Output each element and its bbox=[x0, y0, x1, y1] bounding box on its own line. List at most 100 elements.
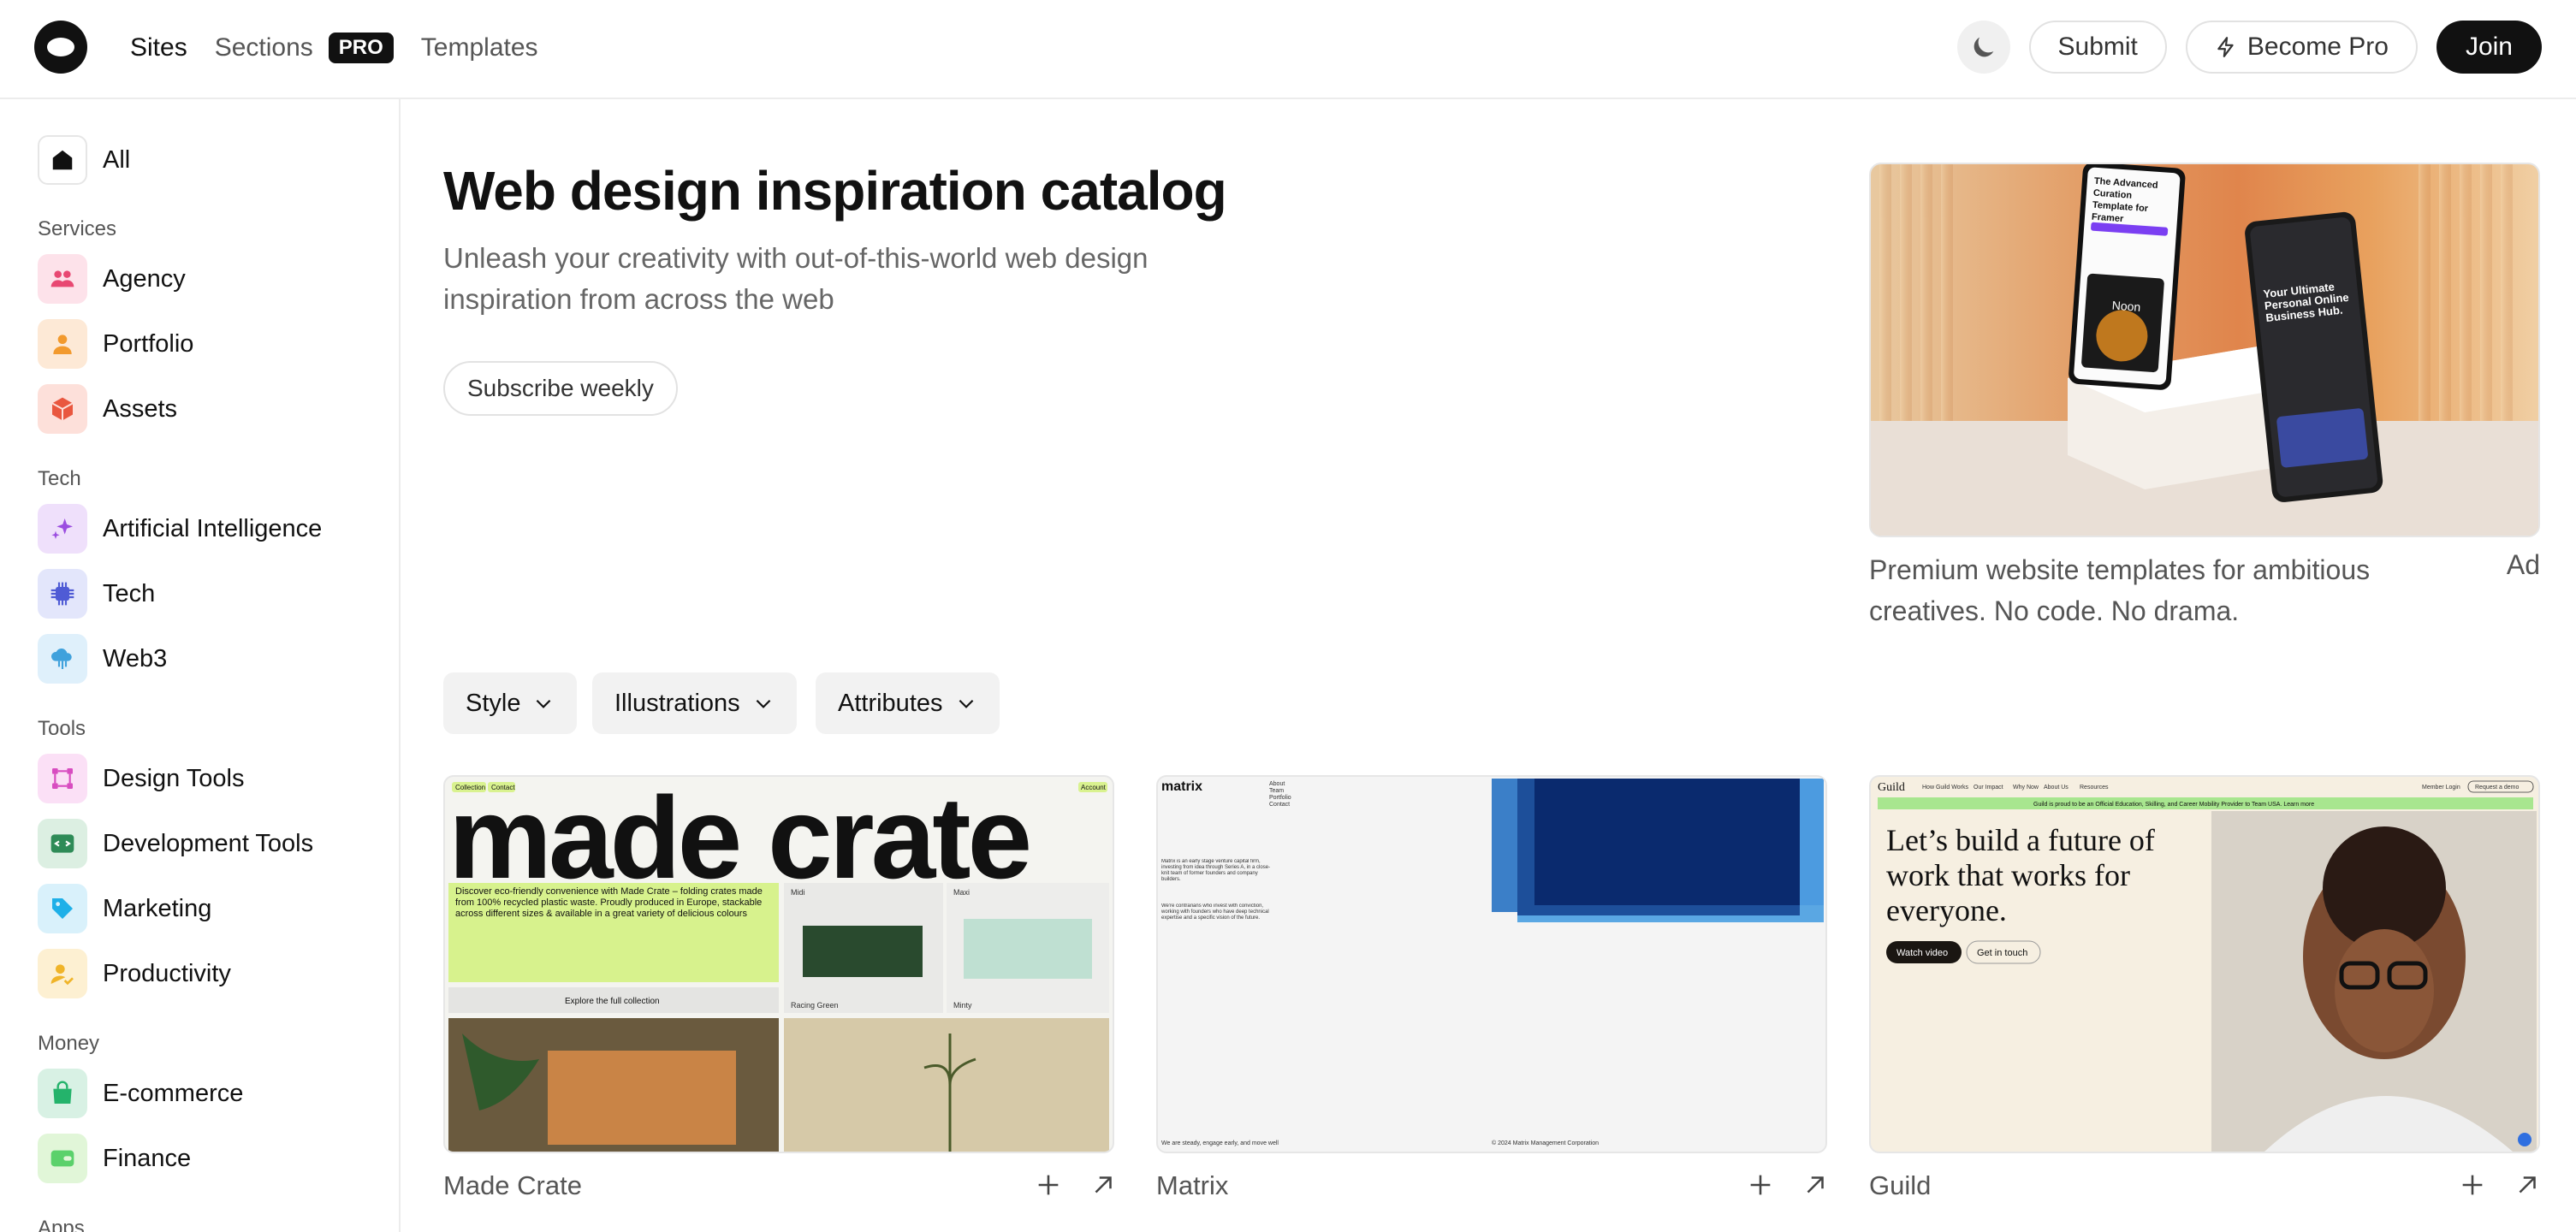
sidebar-item-assets[interactable]: Assets bbox=[38, 384, 177, 434]
top-bar: Sites Sections PRO Templates Submit Beco… bbox=[0, 0, 2576, 99]
matrix-footer-left: We are steady, engage early, and move we… bbox=[1161, 1140, 1279, 1146]
sidebar-item-web3[interactable]: Web3 bbox=[38, 634, 167, 684]
sidebar-item-finance[interactable]: Finance bbox=[38, 1134, 191, 1183]
subscribe-weekly-button[interactable]: Subscribe weekly bbox=[443, 361, 678, 416]
sidebar-item-portfolio[interactable]: Portfolio bbox=[38, 319, 193, 369]
logo-icon[interactable] bbox=[34, 21, 87, 74]
sidebar-item-agency[interactable]: Agency bbox=[38, 254, 186, 304]
sidebar-item-label: Web3 bbox=[103, 644, 168, 672]
sidebar-heading-tech: Tech bbox=[38, 467, 81, 490]
sidebar-item-label: Portfolio bbox=[103, 329, 194, 358]
sidebar-heading-tools: Tools bbox=[38, 717, 86, 740]
plus-icon[interactable] bbox=[1034, 1170, 1063, 1199]
cube-icon bbox=[38, 384, 87, 434]
mc-blurb: Discover eco-friendly convenience with M… bbox=[455, 886, 763, 919]
sidebar-item-tech[interactable]: Tech bbox=[38, 569, 155, 619]
sidebar-item-all[interactable]: All bbox=[38, 135, 130, 185]
shopping-bag-icon bbox=[38, 1069, 87, 1118]
sidebar-item-label: Tech bbox=[103, 579, 156, 607]
sidebar-heading-money: Money bbox=[38, 1032, 100, 1055]
nav-sites[interactable]: Sites bbox=[130, 33, 187, 62]
main-nav: Sites Sections PRO Templates bbox=[130, 0, 538, 96]
sidebar-item-label: E-commerce bbox=[103, 1079, 244, 1107]
join-label: Join bbox=[2465, 33, 2513, 61]
card-title-made-crate[interactable]: Made Crate bbox=[443, 1170, 582, 1201]
ad-illustration: The AdvancedCurationTemplate forFramer N… bbox=[1871, 164, 2538, 536]
sidebar-item-label: Design Tools bbox=[103, 764, 245, 792]
guild-demo: Request a demo bbox=[2475, 785, 2519, 791]
theme-toggle-button[interactable] bbox=[1956, 21, 2010, 74]
nav-templates[interactable]: Templates bbox=[421, 33, 538, 62]
sidebar-item-artificial-intelligence[interactable]: Artificial Intelligence bbox=[38, 504, 322, 554]
header-actions: Submit Become Pro Join bbox=[1956, 21, 2542, 74]
sidebar-heading-apps: Apps bbox=[38, 1217, 85, 1232]
mc-racing: Racing Green bbox=[791, 1001, 839, 1010]
mc-account: Account bbox=[1081, 784, 1107, 791]
arrow-up-right-icon[interactable] bbox=[1089, 1170, 1118, 1199]
phone1-cta: Noon bbox=[2111, 299, 2141, 314]
sidebar-item-productivity[interactable]: Productivity bbox=[38, 949, 231, 998]
card-title-matrix[interactable]: Matrix bbox=[1156, 1170, 1228, 1201]
pro-badge: PRO bbox=[328, 33, 394, 63]
user-check-icon bbox=[38, 949, 87, 998]
sidebar-item-design-tools[interactable]: Design Tools bbox=[38, 754, 245, 803]
user-icon bbox=[38, 319, 87, 369]
page-title: Web design inspiration catalog bbox=[443, 160, 1227, 222]
card-preview-matrix[interactable]: matrix About Team Portfolio Contact Matr… bbox=[1156, 775, 1827, 1153]
filter-label: Attributes bbox=[838, 689, 943, 717]
arrow-up-right-icon[interactable] bbox=[1801, 1170, 1830, 1199]
ad-description: Premium website templates for ambitious … bbox=[1869, 554, 2371, 626]
sidebar-item-label: All bbox=[103, 145, 131, 174]
submit-label: Submit bbox=[2057, 33, 2138, 61]
card-actions bbox=[1034, 1170, 1118, 1199]
join-button[interactable]: Join bbox=[2436, 21, 2542, 74]
sidebar-item-label: Development Tools bbox=[103, 829, 314, 857]
plus-icon[interactable] bbox=[1746, 1170, 1775, 1199]
guild-screenshot: Guild How Guild Works Our Impact Why Now… bbox=[1878, 780, 2537, 1152]
nav-sections[interactable]: Sections bbox=[215, 33, 313, 62]
filter-attributes-dropdown[interactable]: Attributes bbox=[816, 672, 1000, 734]
matrix-menu-contact: Contact bbox=[1269, 802, 1290, 808]
card-title-guild[interactable]: Guild bbox=[1869, 1170, 1931, 1201]
matrix-menu-portfolio: Portfolio bbox=[1269, 795, 1291, 801]
tag-icon bbox=[38, 884, 87, 933]
matrix-para2: We're contrarians who invest with convic… bbox=[1161, 903, 1269, 921]
moon-icon bbox=[1974, 37, 1993, 57]
sidebar-item-label: Assets bbox=[103, 394, 178, 423]
submit-button[interactable]: Submit bbox=[2028, 21, 2167, 74]
chevron-down-icon bbox=[756, 699, 771, 708]
made-crate-screenshot: Collection Contact Account made crate Di… bbox=[448, 777, 1109, 1152]
filter-illustrations-dropdown[interactable]: Illustrations bbox=[592, 672, 797, 734]
sidebar-item-e-commerce[interactable]: E-commerce bbox=[38, 1069, 243, 1118]
arrow-up-right-icon[interactable] bbox=[2513, 1170, 2542, 1199]
mc-maxi: Maxi bbox=[953, 888, 970, 897]
sidebar-item-label: Marketing bbox=[103, 894, 212, 922]
become-pro-button[interactable]: Become Pro bbox=[2185, 21, 2418, 74]
matrix-para1: Matrix is an early stage venture capital… bbox=[1161, 859, 1271, 882]
sidebar-item-label: Agency bbox=[103, 264, 186, 293]
filter-label: Style bbox=[466, 689, 521, 717]
sparkle-icon bbox=[38, 504, 87, 554]
chevron-down-icon bbox=[537, 699, 551, 708]
card-preview-made-crate[interactable]: Collection Contact Account made crate Di… bbox=[443, 775, 1114, 1153]
card-preview-guild[interactable]: Guild How Guild Works Our Impact Why Now… bbox=[1869, 775, 2540, 1153]
become-pro-label: Become Pro bbox=[2247, 33, 2389, 61]
matrix-menu-about: About bbox=[1269, 781, 1285, 787]
cloud-network-icon bbox=[38, 634, 87, 684]
wallet-icon bbox=[38, 1134, 87, 1183]
sidebar-item-marketing[interactable]: Marketing bbox=[38, 884, 211, 933]
card-actions bbox=[2458, 1170, 2542, 1199]
code-window-icon bbox=[38, 819, 87, 868]
sidebar: All Services Agency Portfolio Assets Tec… bbox=[0, 99, 401, 1232]
guild-nav-4: Resources bbox=[2080, 785, 2109, 791]
sidebar-heading-services: Services bbox=[38, 217, 117, 240]
guild-headline: Let’s build a future of work that works … bbox=[1886, 823, 2155, 927]
plus-icon[interactable] bbox=[2458, 1170, 2487, 1199]
filter-label: Illustrations bbox=[614, 689, 740, 717]
ad-image[interactable]: The AdvancedCurationTemplate forFramer N… bbox=[1869, 163, 2540, 537]
matrix-footer-right: © 2024 Matrix Management Corporation bbox=[1492, 1140, 1599, 1146]
mc-explore: Explore the full collection bbox=[565, 997, 660, 1006]
filter-style-dropdown[interactable]: Style bbox=[443, 672, 578, 734]
sidebar-item-development-tools[interactable]: Development Tools bbox=[38, 819, 313, 868]
sidebar-item-label: Finance bbox=[103, 1144, 192, 1172]
